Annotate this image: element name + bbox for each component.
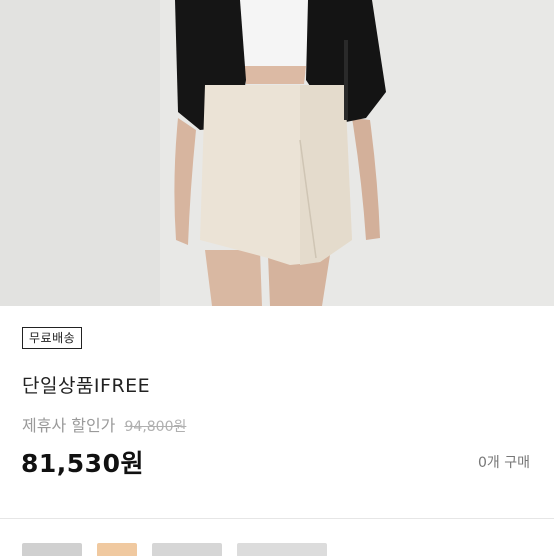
section-divider (0, 518, 554, 519)
discount-row: 제휴사 할인가 94,800원 (22, 412, 186, 436)
purchase-count: 0개 구매 (478, 455, 530, 471)
discount-label: 제휴사 할인가 (22, 416, 116, 435)
product-image[interactable] (0, 0, 554, 306)
sale-price: 81,530원 (21, 449, 144, 478)
product-name[interactable]: 단일상품IFREE (22, 371, 150, 398)
original-price: 94,800원 (124, 419, 187, 435)
free-shipping-badge: 무료배송 (22, 327, 83, 349)
product-info: 무료배송 단일상품IFREE 제휴사 할인가 94,800원 81,530원 0… (0, 306, 554, 518)
